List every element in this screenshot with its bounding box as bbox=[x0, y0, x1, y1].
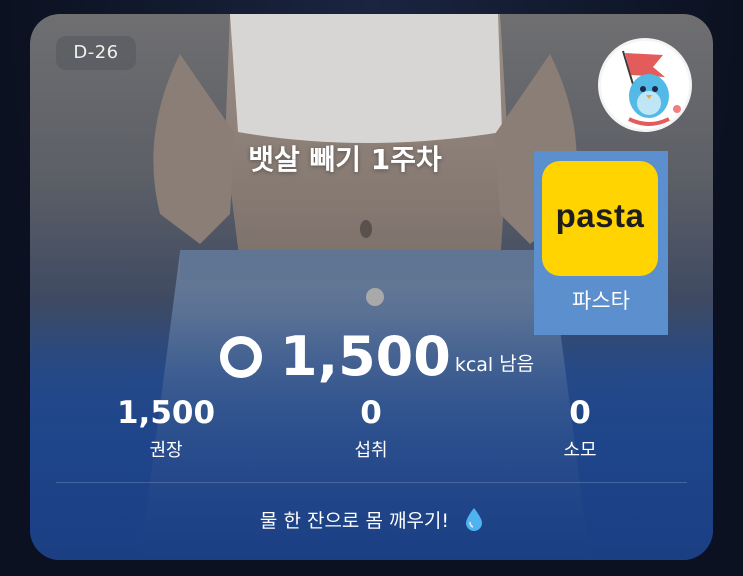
screen-frame: D-26 뱃살 빼기 1주차 pasta 파스타 1,500 kcal 남음 1… bbox=[0, 0, 743, 576]
stat-recommended-value: 1,500 bbox=[116, 395, 216, 431]
pasta-logo-text: pasta bbox=[555, 197, 645, 234]
progress-ring-icon bbox=[220, 336, 262, 378]
remaining-calories-value: 1,500 bbox=[280, 325, 451, 388]
remaining-calories-unit: kcal bbox=[454, 354, 494, 376]
stat-burned-label: 소모 bbox=[563, 440, 597, 461]
stat-intake: 0 섭취 bbox=[301, 394, 441, 462]
profile-avatar[interactable] bbox=[598, 38, 692, 132]
water-drop-icon bbox=[465, 507, 483, 536]
remaining-calories-suffix: 남음 bbox=[499, 353, 535, 375]
plan-title: 뱃살 빼기 1주차 bbox=[248, 143, 442, 176]
divider bbox=[56, 482, 687, 483]
stat-recommended: 1,500 권장 bbox=[96, 394, 236, 462]
pasta-logo-icon: pasta bbox=[542, 161, 658, 276]
pasta-app-label: 파스타 bbox=[572, 289, 630, 313]
d-day-badge: D-26 bbox=[56, 36, 136, 70]
stat-intake-value: 0 bbox=[360, 395, 382, 431]
stat-intake-label: 섭취 bbox=[354, 440, 388, 461]
diet-plan-card[interactable]: D-26 뱃살 빼기 1주차 pasta 파스타 1,500 kcal 남음 1… bbox=[30, 14, 713, 560]
pasta-app-badge[interactable]: pasta 파스타 bbox=[534, 151, 668, 335]
remaining-calories: 1,500 kcal 남음 bbox=[220, 322, 534, 386]
tip-message[interactable]: 물 한 잔으로 몸 깨우기! bbox=[30, 506, 713, 536]
stat-burned-value: 0 bbox=[569, 395, 591, 431]
stat-burned: 0 소모 bbox=[510, 394, 650, 462]
stat-recommended-label: 권장 bbox=[149, 440, 183, 461]
tip-message-text: 물 한 잔으로 몸 깨우기! bbox=[259, 510, 450, 532]
